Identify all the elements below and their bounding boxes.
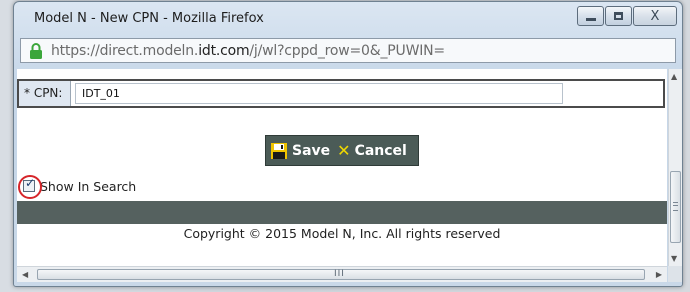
url-suffix: /j/wl?cppd_row=0&_PUWIN= bbox=[249, 42, 445, 59]
scroll-left-icon[interactable]: ◀ bbox=[22, 270, 28, 279]
lock-icon bbox=[29, 42, 43, 59]
url-text[interactable]: https://direct.modeln.idt.com/j/wl?cppd_… bbox=[51, 43, 445, 59]
vertical-scrollbar[interactable]: ▲ ▼ bbox=[668, 69, 682, 266]
show-in-search-checkbox[interactable]: ✓ bbox=[18, 175, 42, 199]
horizontal-scroll-thumb[interactable]: III bbox=[37, 269, 645, 280]
show-in-search-row: ✓ Show In Search bbox=[18, 175, 137, 199]
grip-icon bbox=[673, 202, 678, 211]
save-button[interactable]: Save bbox=[271, 142, 331, 159]
horizontal-scrollbar[interactable]: ◀ III ▶ bbox=[17, 266, 667, 282]
grip-icon: III bbox=[334, 269, 345, 279]
cancel-button[interactable]: ✕ Cancel bbox=[337, 140, 407, 160]
show-in-search-label: Show In Search bbox=[40, 178, 137, 194]
cancel-icon: ✕ bbox=[337, 140, 351, 160]
scroll-down-icon[interactable]: ▼ bbox=[671, 254, 677, 263]
maximize-button[interactable] bbox=[605, 6, 632, 26]
close-icon: X bbox=[650, 8, 660, 24]
cpn-label: * CPN: bbox=[19, 81, 71, 106]
save-icon bbox=[271, 142, 287, 159]
action-bar: Save ✕ Cancel bbox=[265, 135, 419, 166]
scroll-up-icon[interactable]: ▲ bbox=[671, 72, 677, 81]
close-button[interactable]: X bbox=[633, 6, 677, 26]
copyright-text: Copyright © 2015 Model N, Inc. All right… bbox=[183, 226, 501, 241]
vertical-scroll-thumb[interactable] bbox=[670, 171, 681, 243]
url-domain: idt.com bbox=[198, 42, 250, 59]
address-bar[interactable]: https://direct.modeln.idt.com/j/wl?cppd_… bbox=[20, 38, 676, 63]
title-bar[interactable]: Model N - New CPN - Mozilla Firefox X bbox=[14, 2, 682, 35]
cancel-label: Cancel bbox=[354, 142, 407, 159]
cpn-input[interactable] bbox=[75, 83, 563, 104]
page-content: * CPN: Save ✕ Cancel bbox=[17, 69, 667, 266]
footer-band bbox=[17, 201, 667, 224]
popup-window: Model N - New CPN - Mozilla Firefox X ht… bbox=[13, 1, 683, 287]
url-prefix: https://direct.modeln. bbox=[51, 42, 199, 59]
minimize-icon bbox=[585, 18, 596, 21]
window-title: Model N - New CPN - Mozilla Firefox bbox=[34, 11, 264, 26]
highlight-circle bbox=[18, 175, 42, 199]
save-label: Save bbox=[292, 142, 331, 159]
scroll-right-icon[interactable]: ▶ bbox=[656, 270, 662, 279]
scrollbar-corner bbox=[668, 266, 682, 282]
cpn-field-row: * CPN: bbox=[17, 79, 665, 108]
maximize-icon bbox=[614, 12, 623, 20]
minimize-button[interactable] bbox=[577, 6, 604, 26]
